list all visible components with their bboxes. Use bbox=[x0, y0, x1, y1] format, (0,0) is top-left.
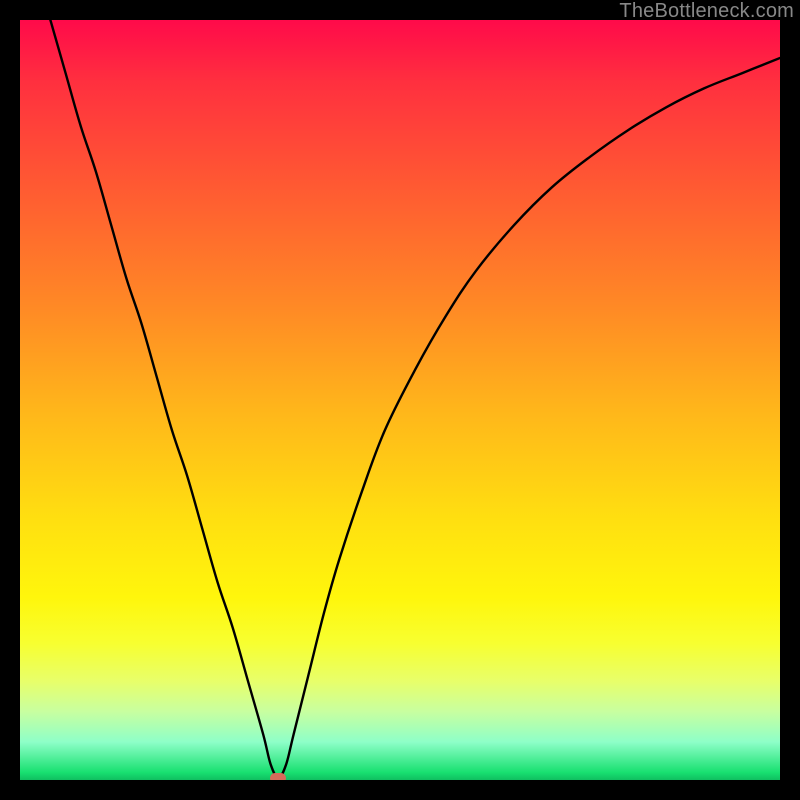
chart-frame: TheBottleneck.com bbox=[0, 0, 800, 800]
watermark-text: TheBottleneck.com bbox=[619, 0, 794, 23]
optimum-marker bbox=[270, 773, 286, 780]
bottleneck-curve bbox=[50, 20, 780, 778]
curve-layer bbox=[20, 20, 780, 780]
plot-area bbox=[20, 20, 780, 780]
